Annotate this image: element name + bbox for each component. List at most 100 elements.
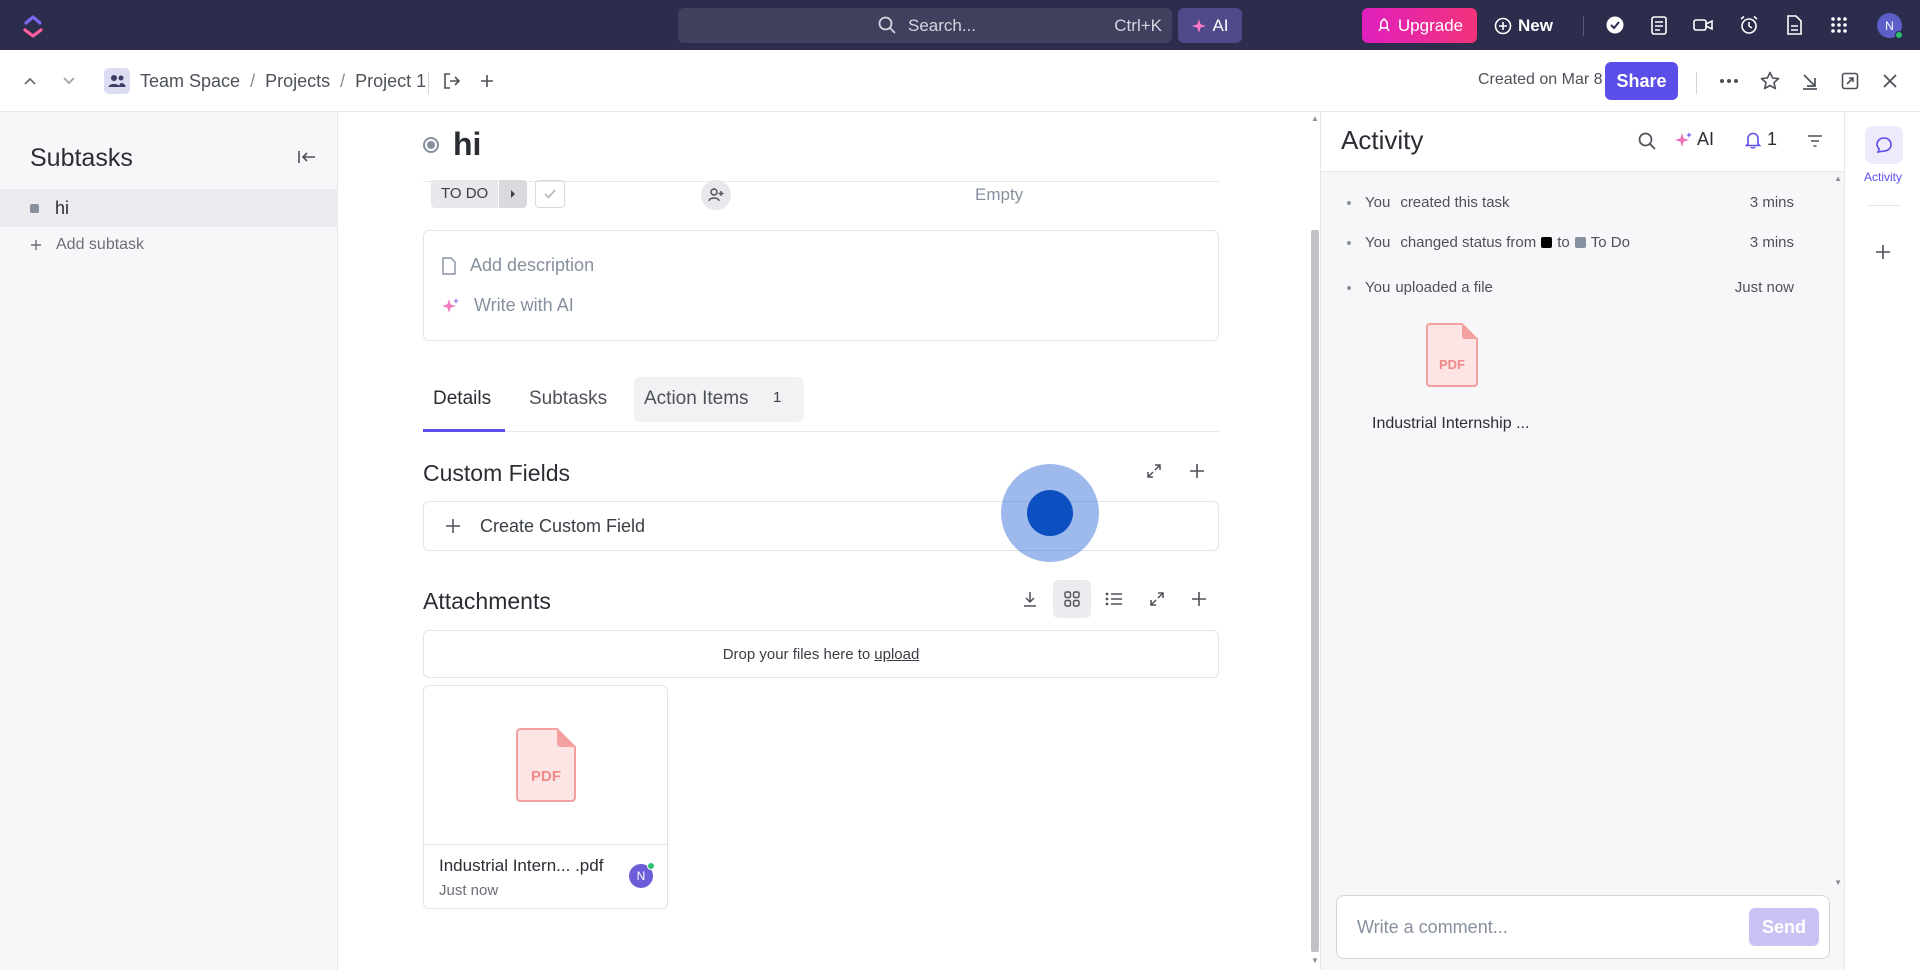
status-from-swatch [1541, 237, 1553, 248]
check-circle-icon[interactable] [1603, 13, 1627, 37]
attachments-title: Attachments [423, 588, 551, 614]
search-bar[interactable]: Search... Ctrl+K [678, 8, 1172, 43]
main-scrollbar[interactable]: ▲ ▼ [1310, 112, 1320, 970]
activity-time: Just now [1734, 279, 1794, 296]
expand-icon[interactable] [1838, 69, 1862, 93]
pdf-badge: PDF [531, 768, 561, 785]
breadcrumb-projects[interactable]: Projects [265, 71, 330, 92]
activity-actor[interactable]: You [1365, 194, 1390, 211]
scroll-up-arrow-icon[interactable]: ▲ [1834, 174, 1842, 183]
filter-icon[interactable] [1804, 130, 1826, 152]
close-icon[interactable] [1878, 69, 1902, 93]
task-title[interactable]: hi [453, 126, 481, 163]
add-description[interactable]: Add description [442, 255, 594, 276]
tab-action-items[interactable]: Action Items [644, 388, 749, 410]
send-button[interactable]: Send [1749, 908, 1819, 946]
notifications-button[interactable]: 1 [1745, 129, 1777, 150]
activity-rail-button[interactable] [1865, 126, 1903, 164]
video-camera-icon[interactable] [1691, 13, 1715, 37]
more-options-icon[interactable] [1717, 69, 1741, 93]
chevron-up-icon[interactable] [19, 70, 41, 92]
pdf-badge: PDF [1439, 357, 1465, 372]
online-status-dot [647, 862, 655, 870]
sidebar-item-label: hi [55, 198, 70, 218]
task-title-row: hi [423, 126, 481, 163]
plus-icon[interactable] [1871, 240, 1895, 264]
complete-checkbox[interactable] [535, 180, 565, 208]
list-view-icon[interactable] [1101, 586, 1127, 612]
apps-grid-icon[interactable] [1827, 13, 1851, 37]
comment-input[interactable]: Write a comment... Send [1336, 895, 1830, 959]
search-shortcut: Ctrl+K [1114, 16, 1162, 35]
alarm-clock-icon[interactable] [1737, 13, 1761, 37]
upgrade-button[interactable]: Upgrade [1362, 8, 1477, 43]
attachment-card[interactable]: PDF Industrial Intern... .pdf Just now N [423, 685, 668, 909]
field-value-empty[interactable]: Empty [975, 185, 1023, 205]
move-task-icon[interactable] [440, 69, 464, 93]
plus-icon [30, 239, 42, 251]
activity-entry: You uploaded a file [1347, 279, 1493, 296]
expand-arrows-icon[interactable] [1144, 586, 1170, 612]
minimize-icon[interactable] [1798, 69, 1822, 93]
breadcrumb-project-1[interactable]: Project 1 [355, 71, 426, 92]
document-icon[interactable] [1782, 13, 1806, 37]
description-placeholder: Add description [470, 255, 595, 275]
notification-count: 1 [1767, 129, 1778, 149]
attachment-preview[interactable]: PDF [424, 686, 667, 845]
plus-icon[interactable] [1186, 586, 1212, 612]
attachment-name[interactable]: Industrial Intern... .pdf [439, 856, 603, 876]
create-custom-field-button[interactable]: Create Custom Field [423, 501, 1219, 551]
scroll-down-arrow-icon[interactable]: ▼ [1311, 956, 1319, 965]
file-drop-zone[interactable]: Drop your files here to upload [423, 630, 1219, 678]
task-tabs: Details Subtasks Action Items 1 [423, 374, 1219, 432]
activity-title: Activity [1341, 125, 1424, 155]
task-status-icon[interactable] [423, 136, 439, 153]
pdf-file-icon[interactable]: PDF [1425, 322, 1479, 388]
chevron-down-icon[interactable] [58, 70, 80, 92]
document-icon [442, 256, 456, 275]
expand-arrows-icon[interactable] [1141, 458, 1167, 484]
scroll-down-arrow-icon[interactable]: ▼ [1834, 878, 1842, 887]
search-icon[interactable] [1636, 130, 1658, 152]
upload-link[interactable]: upload [874, 646, 919, 663]
activity-panel: Activity AI 1 You created this task 3 mi… [1320, 112, 1845, 970]
activity-actor[interactable]: You [1365, 279, 1390, 296]
notepad-icon[interactable] [1647, 13, 1671, 37]
uploader-initial: N [636, 869, 646, 883]
click-indicator-dot [1027, 490, 1073, 536]
activity-file-name[interactable]: Industrial Internship ... [1372, 415, 1529, 433]
add-subtask-button[interactable]: Add subtask [30, 236, 144, 254]
clickup-logo-icon[interactable] [20, 13, 46, 39]
plus-icon[interactable] [1184, 458, 1210, 484]
ai-button[interactable]: AI [1178, 8, 1242, 43]
star-icon[interactable] [1758, 69, 1782, 93]
share-button[interactable]: Share [1605, 62, 1678, 100]
user-avatar[interactable]: N [1877, 13, 1903, 39]
sidebar-item-hi[interactable]: hi [0, 189, 337, 227]
activity-entry: You created this task [1347, 194, 1510, 211]
upgrade-icon [1376, 17, 1392, 34]
scroll-up-arrow-icon[interactable]: ▲ [1311, 114, 1319, 123]
comment-bubble-icon [1876, 137, 1892, 154]
plus-icon[interactable] [475, 69, 499, 93]
new-button[interactable]: New [1494, 8, 1553, 43]
description-box[interactable]: Add description Write with AI [423, 230, 1219, 341]
status-dropdown[interactable]: TO DO [431, 180, 528, 208]
tab-subtasks[interactable]: Subtasks [529, 388, 607, 410]
caret-right-icon[interactable] [499, 180, 528, 208]
grid-view-icon[interactable] [1053, 580, 1091, 618]
activity-actor[interactable]: You [1365, 234, 1390, 251]
download-icon[interactable] [1017, 586, 1043, 612]
collapse-sidebar-icon[interactable] [296, 146, 318, 168]
breadcrumb: Team Space / Projects / Project 1 [104, 68, 426, 94]
add-assignee-icon[interactable] [701, 180, 731, 210]
online-status-dot [1895, 31, 1903, 39]
activity-entry: You changed status from to To Do [1347, 234, 1630, 251]
tab-details[interactable]: Details [433, 388, 491, 410]
write-with-ai[interactable]: Write with AI [442, 295, 574, 316]
activity-ai-button[interactable]: AI [1675, 129, 1714, 150]
scrollbar-thumb[interactable] [1311, 230, 1319, 952]
bullet [1347, 285, 1351, 290]
breadcrumb-team-space[interactable]: Team Space [140, 71, 240, 92]
attachment-time: Just now [439, 882, 499, 899]
